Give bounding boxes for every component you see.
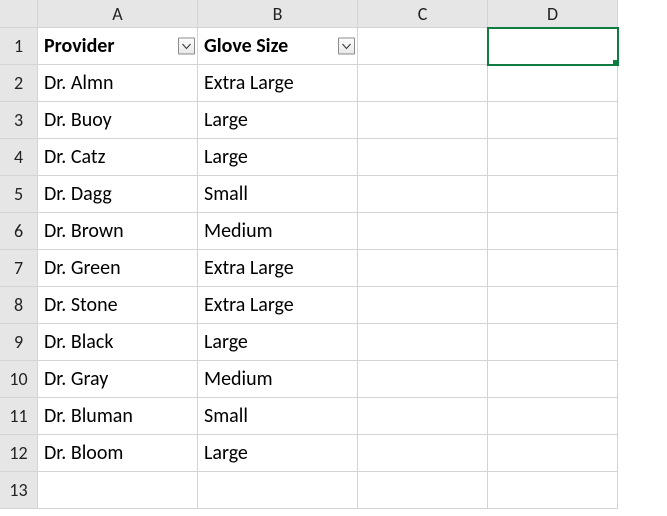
cell-text: Dr. Dagg <box>44 184 112 204</box>
col-header-B[interactable]: B <box>198 0 358 28</box>
cell-B13[interactable] <box>198 472 358 509</box>
cell-C8[interactable] <box>358 287 488 324</box>
row-header-7[interactable]: 7 <box>0 250 38 287</box>
cell-text: Dr. Stone <box>44 295 118 315</box>
cell-D2[interactable] <box>488 65 618 102</box>
chevron-down-icon <box>182 43 191 49</box>
cell-text: Dr. Green <box>44 258 121 278</box>
cell-C7[interactable] <box>358 250 488 287</box>
row-header-4[interactable]: 4 <box>0 139 38 176</box>
cell-B1[interactable]: Glove Size <box>198 28 358 65</box>
cell-C9[interactable] <box>358 324 488 361</box>
cell-text: Large <box>204 332 248 352</box>
cell-text: Medium <box>204 221 273 241</box>
cell-B4[interactable]: Large <box>198 139 358 176</box>
cell-C6[interactable] <box>358 213 488 250</box>
col-header-C[interactable]: C <box>358 0 488 28</box>
cell-B8[interactable]: Extra Large <box>198 287 358 324</box>
cell-text: Dr. Gray <box>44 369 108 389</box>
cell-text: Large <box>204 443 248 463</box>
row-header-8[interactable]: 8 <box>0 287 38 324</box>
cell-text: Dr. Catz <box>44 147 106 167</box>
cell-text: Small <box>204 406 248 426</box>
row-header-6[interactable]: 6 <box>0 213 38 250</box>
cell-text: Extra Large <box>204 258 294 278</box>
cell-C10[interactable] <box>358 361 488 398</box>
spreadsheet-grid[interactable]: A B C D 1 Provider Glove Size 2 Dr. Almn… <box>0 0 667 509</box>
cell-B6[interactable]: Medium <box>198 213 358 250</box>
header-glove-size-label: Glove Size <box>204 36 288 56</box>
cell-D13[interactable] <box>488 472 618 509</box>
row-header-3[interactable]: 3 <box>0 102 38 139</box>
cell-D4[interactable] <box>488 139 618 176</box>
cell-B10[interactable]: Medium <box>198 361 358 398</box>
row-header-2[interactable]: 2 <box>0 65 38 102</box>
cell-D3[interactable] <box>488 102 618 139</box>
cell-B5[interactable]: Small <box>198 176 358 213</box>
cell-B9[interactable]: Large <box>198 324 358 361</box>
row-header-5[interactable]: 5 <box>0 176 38 213</box>
cell-B2[interactable]: Extra Large <box>198 65 358 102</box>
chevron-down-icon <box>342 43 351 49</box>
cell-C2[interactable] <box>358 65 488 102</box>
cell-text: Dr. Buoy <box>44 110 112 130</box>
cell-text: Dr. Bloom <box>44 443 123 463</box>
row-header-9[interactable]: 9 <box>0 324 38 361</box>
cell-text: Dr. Almn <box>44 73 113 93</box>
cell-A4[interactable]: Dr. Catz <box>38 139 198 176</box>
cell-text: Large <box>204 110 248 130</box>
cell-B3[interactable]: Large <box>198 102 358 139</box>
filter-button-glove-size[interactable] <box>338 38 355 55</box>
cell-D1[interactable] <box>488 28 618 65</box>
cell-text: Dr. Bluman <box>44 406 133 426</box>
cell-text: Dr. Brown <box>44 221 124 241</box>
cell-A2[interactable]: Dr. Almn <box>38 65 198 102</box>
cell-B12[interactable]: Large <box>198 435 358 472</box>
cell-B11[interactable]: Small <box>198 398 358 435</box>
cell-A1[interactable]: Provider <box>38 28 198 65</box>
col-header-A[interactable]: A <box>38 0 198 28</box>
cell-C11[interactable] <box>358 398 488 435</box>
filter-button-provider[interactable] <box>178 38 195 55</box>
row-header-1[interactable]: 1 <box>0 28 38 65</box>
cell-A9[interactable]: Dr. Black <box>38 324 198 361</box>
row-header-11[interactable]: 11 <box>0 398 38 435</box>
cell-A6[interactable]: Dr. Brown <box>38 213 198 250</box>
cell-C3[interactable] <box>358 102 488 139</box>
header-provider-label: Provider <box>44 36 115 56</box>
cell-text: Medium <box>204 369 273 389</box>
cell-D5[interactable] <box>488 176 618 213</box>
cell-text: Extra Large <box>204 295 294 315</box>
row-header-12[interactable]: 12 <box>0 435 38 472</box>
cell-A12[interactable]: Dr. Bloom <box>38 435 198 472</box>
cell-A13[interactable] <box>38 472 198 509</box>
cell-D12[interactable] <box>488 435 618 472</box>
cell-A5[interactable]: Dr. Dagg <box>38 176 198 213</box>
cell-A10[interactable]: Dr. Gray <box>38 361 198 398</box>
cell-C4[interactable] <box>358 139 488 176</box>
col-header-D[interactable]: D <box>488 0 618 28</box>
cell-C13[interactable] <box>358 472 488 509</box>
cell-D8[interactable] <box>488 287 618 324</box>
cell-text: Small <box>204 184 248 204</box>
cell-D10[interactable] <box>488 361 618 398</box>
cell-D9[interactable] <box>488 324 618 361</box>
cell-C1[interactable] <box>358 28 488 65</box>
cell-D7[interactable] <box>488 250 618 287</box>
cell-D6[interactable] <box>488 213 618 250</box>
cell-A7[interactable]: Dr. Green <box>38 250 198 287</box>
row-header-10[interactable]: 10 <box>0 361 38 398</box>
cell-C5[interactable] <box>358 176 488 213</box>
cell-text: Dr. Black <box>44 332 113 352</box>
cell-text: Large <box>204 147 248 167</box>
select-all-corner[interactable] <box>0 0 38 28</box>
cell-D11[interactable] <box>488 398 618 435</box>
row-header-13[interactable]: 13 <box>0 472 38 509</box>
cell-A8[interactable]: Dr. Stone <box>38 287 198 324</box>
cell-C12[interactable] <box>358 435 488 472</box>
cell-B7[interactable]: Extra Large <box>198 250 358 287</box>
cell-A11[interactable]: Dr. Bluman <box>38 398 198 435</box>
cell-text: Extra Large <box>204 73 294 93</box>
cell-A3[interactable]: Dr. Buoy <box>38 102 198 139</box>
